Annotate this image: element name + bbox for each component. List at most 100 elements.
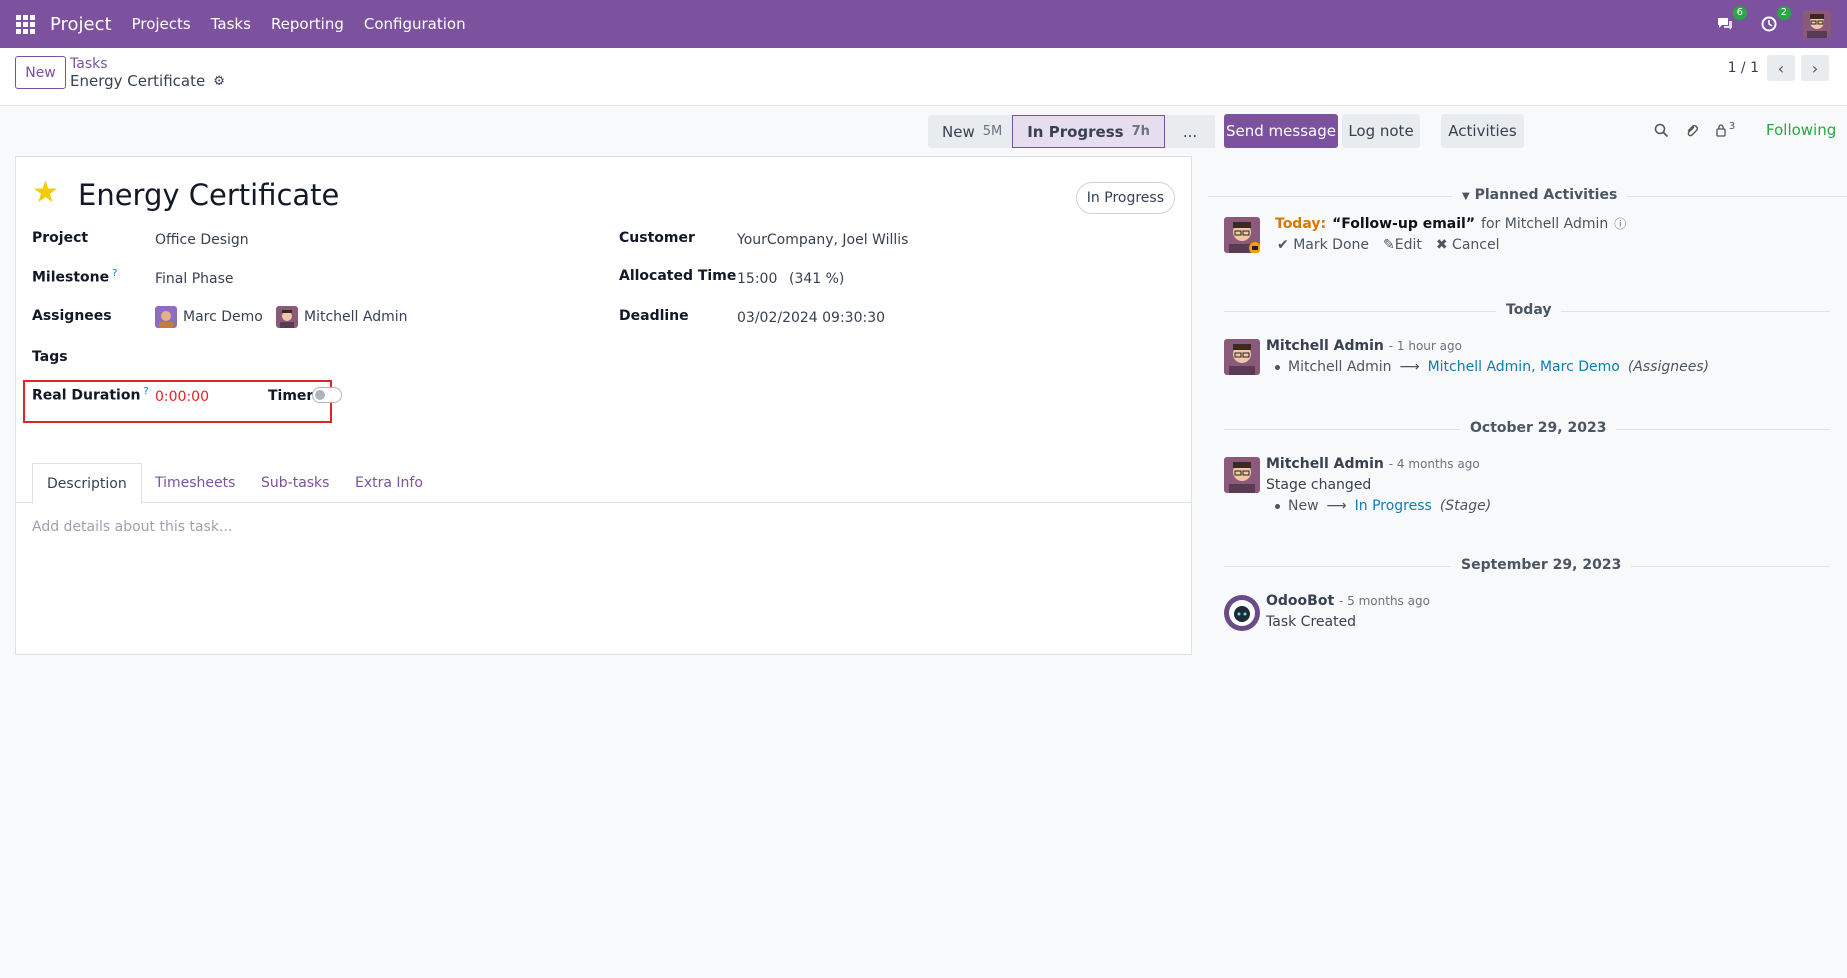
stage-new-button[interactable]: New 5M — [928, 115, 1013, 148]
log-note-button[interactable]: Log note — [1342, 114, 1420, 148]
new-record-button[interactable]: New — [15, 56, 66, 89]
tracking-field: (Assignees) — [1627, 359, 1710, 375]
followers-count: 3 — [1728, 120, 1736, 132]
top-navbar: Project Projects Tasks Reporting Configu… — [0, 0, 1847, 48]
notebook-tabs: Description Timesheets Sub-tasks Extra I… — [16, 463, 1191, 504]
avatar — [276, 306, 298, 328]
star-icon[interactable]: ★ — [32, 178, 60, 208]
tracking-field: (Stage) — [1439, 498, 1492, 514]
cancel-activity-button[interactable]: ✖ Cancel — [1436, 237, 1500, 253]
mark-done-button[interactable]: ✔ Mark Done — [1277, 237, 1369, 253]
real-duration-label: Real Duration? — [32, 386, 149, 404]
help-icon[interactable]: ? — [112, 268, 117, 279]
message-author: Mitchell Admin - 1 hour ago — [1266, 338, 1462, 354]
stage-label: In Progress — [1027, 122, 1124, 141]
user-avatar[interactable] — [1803, 10, 1831, 38]
stage-statusbar: New 5M In Progress 7h ... — [928, 115, 1216, 148]
pencil-icon: ✎ — [1383, 237, 1395, 253]
assignee-tag[interactable]: Marc Demo — [155, 306, 263, 328]
assignees-label: Assignees — [32, 308, 112, 324]
more-stages-button[interactable]: ... — [1164, 115, 1216, 148]
planned-activities-toggle[interactable]: ▼ Planned Activities — [1452, 187, 1628, 203]
message-avatar — [1224, 457, 1260, 493]
activity-when: Today: — [1275, 215, 1327, 232]
menu-reporting[interactable]: Reporting — [271, 15, 344, 33]
tracking-old-value: Mitchell Admin — [1288, 359, 1392, 375]
deadline-field[interactable]: 03/02/2024 09:30:30 — [737, 310, 885, 326]
activity-title: “Follow-up email” — [1332, 215, 1476, 232]
activity-summary: Today: “Follow-up email” for Mitchell Ad… — [1275, 215, 1626, 232]
arrow-right-icon: ⟶ — [1326, 498, 1347, 514]
gear-icon[interactable]: ⚙ — [213, 74, 225, 89]
timer-toggle[interactable] — [312, 387, 342, 403]
odoobot-avatar — [1224, 595, 1260, 631]
task-title[interactable]: Energy Certificate — [78, 178, 339, 212]
activities-count-badge: 2 — [1776, 6, 1791, 20]
assignee-name: Mitchell Admin — [304, 309, 408, 325]
stage-duration: 7h — [1131, 124, 1150, 139]
real-duration-value: 0:00:00 — [155, 389, 209, 405]
chevron-right-icon: › — [1811, 58, 1819, 78]
menu-configuration[interactable]: Configuration — [364, 15, 466, 33]
followers-icon[interactable]: 3 — [1710, 121, 1740, 139]
pager-next-button[interactable]: › — [1801, 55, 1829, 81]
search-icon[interactable] — [1652, 121, 1670, 139]
stage-duration: 5M — [982, 124, 1003, 139]
apps-menu-icon[interactable] — [0, 0, 50, 48]
stage-label: New — [942, 122, 975, 141]
description-editor[interactable]: Add details about this task... — [32, 519, 232, 535]
pager-value[interactable]: 1 / 1 — [1728, 60, 1759, 76]
customer-label: Customer — [619, 230, 695, 246]
date-separator: September 29, 2023 — [1451, 557, 1632, 573]
activities-clock-icon[interactable]: 2 — [1759, 6, 1791, 34]
close-icon: ✖ — [1435, 237, 1448, 253]
message-author: Mitchell Admin - 4 months ago — [1266, 456, 1480, 472]
activity-assignee: for Mitchell Admin — [1481, 215, 1609, 232]
tab-timesheets[interactable]: Timesheets — [155, 463, 235, 503]
customer-field[interactable]: YourCompany, Joel Willis — [737, 232, 908, 248]
pager-previous-button[interactable]: ‹ — [1767, 55, 1795, 81]
activity-actions: ✔ Mark Done ✎Edit ✖ Cancel — [1277, 237, 1499, 253]
assignee-tag[interactable]: Mitchell Admin — [276, 306, 408, 328]
breadcrumb-current: Energy Certificate ⚙ — [70, 72, 225, 90]
stage-in-progress-button[interactable]: In Progress 7h — [1012, 115, 1165, 148]
messages-icon[interactable]: 6 — [1715, 6, 1747, 34]
tracking-new-value: Mitchell Admin, Marc Demo — [1427, 359, 1620, 375]
allocated-time-field[interactable]: 15:00 — [737, 271, 777, 287]
tracking-value: New ⟶ In Progress (Stage) — [1275, 498, 1491, 514]
form-sheet: ★ Energy Certificate In Progress Project… — [15, 156, 1192, 655]
milestone-field[interactable]: Final Phase — [155, 271, 234, 287]
avatar — [155, 306, 177, 328]
message-body: Stage changed — [1266, 477, 1372, 493]
date-separator: October 29, 2023 — [1460, 420, 1617, 436]
message-body: Task Created — [1266, 614, 1357, 630]
paperclip-icon[interactable] — [1682, 121, 1700, 139]
project-field[interactable]: Office Design — [155, 232, 249, 248]
tab-description[interactable]: Description — [32, 463, 142, 504]
tab-sub-tasks[interactable]: Sub-tasks — [261, 463, 329, 503]
breadcrumb-parent[interactable]: Tasks — [70, 56, 108, 72]
deadline-label: Deadline — [619, 308, 689, 324]
tab-extra-info[interactable]: Extra Info — [355, 463, 423, 503]
message-avatar — [1224, 339, 1260, 375]
arrow-right-icon: ⟶ — [1399, 359, 1420, 375]
app-name[interactable]: Project — [50, 14, 112, 35]
tracking-old-value: New — [1288, 498, 1319, 514]
menu-tasks[interactable]: Tasks — [211, 15, 251, 33]
edit-activity-button[interactable]: ✎Edit — [1383, 237, 1422, 253]
chevron-left-icon: ‹ — [1777, 58, 1785, 78]
send-message-button[interactable]: Send message — [1224, 114, 1338, 148]
check-icon: ✔ — [1277, 237, 1289, 253]
control-panel: New Tasks Energy Certificate ⚙ 1 / 1 ‹ › — [0, 48, 1847, 106]
allocated-time-percentage: (341 %) — [789, 271, 845, 287]
date-separator: Today — [1496, 302, 1562, 318]
message-author: OdooBot - 5 months ago — [1266, 593, 1430, 609]
project-label: Project — [32, 230, 89, 246]
messages-count-badge: 6 — [1732, 6, 1747, 20]
state-badge[interactable]: In Progress — [1075, 182, 1175, 214]
info-icon[interactable]: ⓘ — [1614, 215, 1626, 232]
following-button[interactable]: Following — [1766, 121, 1836, 139]
help-icon[interactable]: ? — [143, 386, 148, 397]
activities-button[interactable]: Activities — [1441, 114, 1524, 148]
menu-projects[interactable]: Projects — [132, 15, 191, 33]
